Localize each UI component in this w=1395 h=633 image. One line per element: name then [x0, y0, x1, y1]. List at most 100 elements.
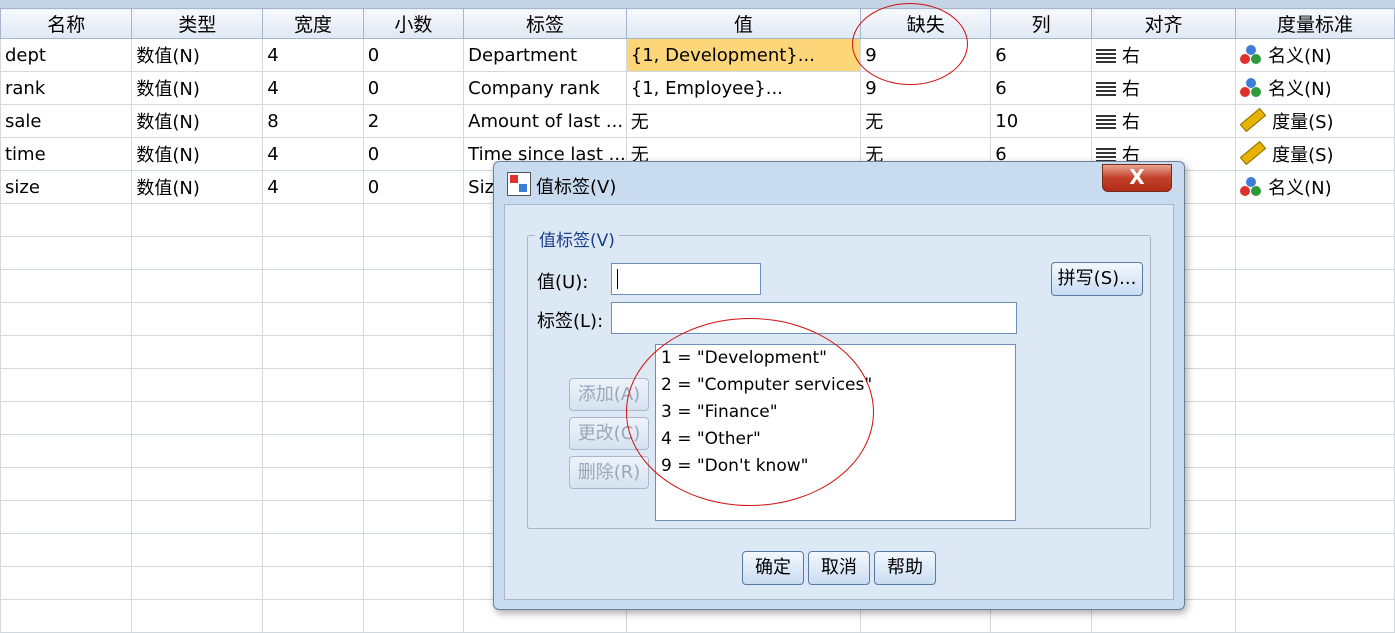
cell-type[interactable] — [131, 302, 264, 336]
cell-width[interactable] — [262, 566, 364, 600]
cell-name[interactable] — [0, 203, 133, 237]
cell-align[interactable]: 右 — [1090, 38, 1237, 72]
header-decimals[interactable]: 小数 — [362, 8, 465, 39]
cell-missing[interactable]: 无 — [860, 104, 992, 138]
cell-decimals[interactable]: 0 — [362, 71, 465, 105]
header-measure[interactable]: 度量标准 — [1235, 8, 1395, 39]
cell-measure[interactable]: 名义(N) — [1235, 170, 1395, 204]
cell-decimals[interactable] — [362, 236, 465, 270]
cell-width[interactable]: 4 — [262, 137, 364, 171]
cell-columns[interactable]: 6 — [990, 71, 1092, 105]
cell-type[interactable] — [131, 335, 264, 369]
cell-width[interactable] — [262, 467, 364, 501]
cell-measure[interactable] — [1235, 533, 1395, 567]
cell-name[interactable] — [0, 500, 133, 534]
header-label[interactable]: 标签 — [463, 8, 627, 39]
cell-name[interactable]: time — [0, 137, 133, 171]
cell-type[interactable] — [131, 533, 264, 567]
cell-name[interactable]: rank — [0, 71, 133, 105]
cell-values[interactable]: {1, Employee}... — [625, 71, 862, 105]
list-item[interactable]: 4 = "Other" — [656, 426, 1015, 453]
list-item[interactable]: 1 = "Development" — [656, 345, 1015, 372]
cell-width[interactable] — [262, 434, 364, 468]
cell-type[interactable]: 数值(N) — [131, 170, 264, 204]
cell-measure[interactable] — [1235, 434, 1395, 468]
cell-measure[interactable] — [1235, 269, 1395, 303]
dialog-titlebar[interactable]: 值标签(V) X — [494, 162, 1184, 204]
cell-decimals[interactable] — [362, 203, 465, 237]
header-align[interactable]: 对齐 — [1090, 8, 1237, 39]
table-row[interactable]: rank 数值(N) 4 0 Company rank {1, Employee}... 9… — [0, 71, 1395, 105]
remove-button[interactable]: 删除(R) — [569, 456, 649, 489]
cell-type[interactable]: 数值(N) — [131, 104, 264, 138]
cell-name[interactable] — [0, 269, 133, 303]
cell-type[interactable]: 数值(N) — [131, 71, 264, 105]
cell-width[interactable] — [262, 236, 364, 270]
cell-missing[interactable]: 9 — [860, 71, 992, 105]
header-values[interactable]: 值 — [625, 8, 862, 39]
cell-values[interactable]: 无 — [625, 104, 862, 138]
cancel-button[interactable]: 取消 — [808, 551, 870, 585]
cell-measure[interactable] — [1235, 335, 1395, 369]
spelling-button[interactable]: 拼写(S)... — [1051, 262, 1143, 296]
cell-measure[interactable] — [1235, 500, 1395, 534]
cell-decimals[interactable]: 0 — [362, 170, 465, 204]
cell-width[interactable] — [262, 599, 364, 633]
cell-type[interactable]: 数值(N) — [131, 137, 264, 171]
cell-decimals[interactable] — [362, 269, 465, 303]
close-button[interactable]: X — [1102, 164, 1172, 192]
cell-width[interactable]: 8 — [262, 104, 364, 138]
cell-measure[interactable]: 度量(S) — [1235, 137, 1395, 171]
cell-decimals[interactable] — [362, 566, 465, 600]
cell-width[interactable]: 4 — [262, 170, 364, 204]
cell-name[interactable]: dept — [0, 38, 133, 72]
list-item[interactable]: 9 = "Don't know" — [656, 453, 1015, 480]
cell-measure[interactable] — [1235, 203, 1395, 237]
cell-decimals[interactable]: 2 — [362, 104, 465, 138]
cell-columns[interactable]: 10 — [990, 104, 1092, 138]
cell-name[interactable] — [0, 236, 133, 270]
cell-measure[interactable] — [1235, 236, 1395, 270]
cell-type[interactable] — [131, 599, 264, 633]
change-button[interactable]: 更改(C) — [569, 417, 649, 450]
cell-type[interactable] — [131, 269, 264, 303]
cell-measure[interactable]: 度量(S) — [1235, 104, 1395, 138]
cell-decimals[interactable] — [362, 335, 465, 369]
cell-label[interactable]: Company rank — [463, 71, 627, 105]
cell-width[interactable] — [262, 269, 364, 303]
value-input[interactable] — [611, 263, 761, 295]
cell-align[interactable]: 右 — [1090, 104, 1237, 138]
cell-decimals[interactable] — [362, 533, 465, 567]
cell-measure[interactable] — [1235, 566, 1395, 600]
header-width[interactable]: 宽度 — [262, 8, 364, 39]
cell-decimals[interactable] — [362, 401, 465, 435]
cell-width[interactable]: 4 — [262, 38, 364, 72]
cell-name[interactable] — [0, 566, 133, 600]
cell-type[interactable] — [131, 401, 264, 435]
cell-columns[interactable]: 6 — [990, 38, 1092, 72]
cell-decimals[interactable] — [362, 467, 465, 501]
cell-width[interactable]: 4 — [262, 71, 364, 105]
cell-decimals[interactable]: 0 — [362, 38, 465, 72]
add-button[interactable]: 添加(A) — [569, 378, 649, 411]
cell-measure[interactable] — [1235, 467, 1395, 501]
cell-type[interactable] — [131, 566, 264, 600]
header-type[interactable]: 类型 — [131, 8, 264, 39]
label-input[interactable] — [611, 302, 1017, 334]
table-row[interactable]: sale 数值(N) 8 2 Amount of last ... 无无 10 右度量(S) — [0, 104, 1395, 138]
cell-type[interactable] — [131, 500, 264, 534]
table-row[interactable]: dept 数值(N) 4 0 Department {1, Development}...… — [0, 38, 1395, 72]
cell-decimals[interactable] — [362, 302, 465, 336]
cell-decimals[interactable] — [362, 500, 465, 534]
cell-type[interactable] — [131, 434, 264, 468]
cell-width[interactable] — [262, 203, 364, 237]
cell-width[interactable] — [262, 533, 364, 567]
cell-width[interactable] — [262, 500, 364, 534]
header-name[interactable]: 名称 — [0, 8, 133, 39]
cell-measure[interactable]: 名义(N) — [1235, 38, 1395, 72]
cell-measure[interactable] — [1235, 401, 1395, 435]
cell-name[interactable] — [0, 599, 133, 633]
cell-name[interactable]: size — [0, 170, 133, 204]
cell-decimals[interactable] — [362, 599, 465, 633]
cell-name[interactable] — [0, 434, 133, 468]
